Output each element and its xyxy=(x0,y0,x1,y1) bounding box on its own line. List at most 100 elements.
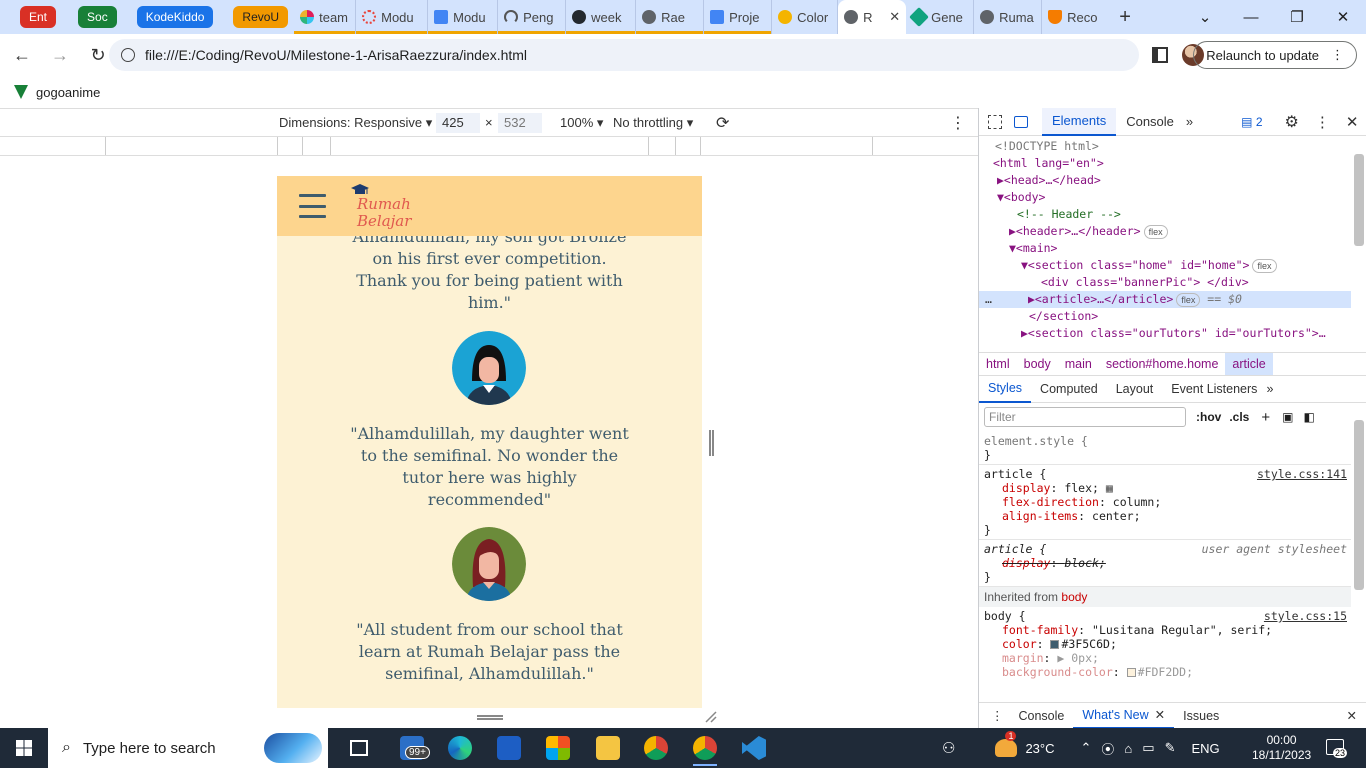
close-tab-icon[interactable]: ✕ xyxy=(889,9,900,25)
zoom-dropdown[interactable]: 100% ▾ xyxy=(560,115,603,131)
clock[interactable]: 00:00 18/11/2023 xyxy=(1252,728,1311,768)
rule-body[interactable]: style.css:15 body { font-family: "Lusita… xyxy=(979,607,1351,681)
close-window-icon[interactable]: ✕ xyxy=(1320,0,1366,34)
styles-filter-input[interactable]: Filter xyxy=(984,407,1186,427)
width-input[interactable]: 425 xyxy=(436,112,480,133)
tab-computed[interactable]: Computed xyxy=(1031,376,1107,403)
address-bar[interactable]: file:///E:/Coding/RevoU/Milestone-1-Aris… xyxy=(109,39,1139,71)
restore-icon[interactable]: ❐ xyxy=(1274,0,1320,34)
issues-badge[interactable]: ▤ 2 xyxy=(1241,115,1262,129)
file-explorer-icon[interactable] xyxy=(596,736,620,760)
hamburger-menu-icon[interactable] xyxy=(299,194,326,218)
minimize-icon[interactable]: — xyxy=(1228,0,1274,34)
tab-project[interactable]: Proje xyxy=(704,0,773,34)
rule-article[interactable]: style.css:141 article { display: flex; ▦… xyxy=(979,465,1351,540)
add-rule-icon[interactable]: + xyxy=(1261,409,1270,426)
store-icon[interactable] xyxy=(546,736,570,760)
dom-node-comment[interactable]: <!-- Header --> xyxy=(979,206,1351,223)
tab-group-soc[interactable]: Soc xyxy=(78,6,117,28)
dom-node-html[interactable]: <html lang="en"> xyxy=(979,155,1351,172)
rule-element-style[interactable]: element.style { } xyxy=(979,432,1351,465)
inspect-element-icon[interactable] xyxy=(988,114,1002,129)
pen-icon[interactable]: ✎ xyxy=(1165,740,1176,756)
dom-node-doctype[interactable]: <!DOCTYPE html> xyxy=(979,138,1351,155)
show-hidden-icons[interactable]: ⌃ xyxy=(1081,740,1092,756)
dom-node-bannerpic[interactable]: <div class="bannerPic"> </div> xyxy=(979,274,1351,291)
close-devtools-icon[interactable]: ✕ xyxy=(1346,113,1359,131)
device-toggle-icon[interactable] xyxy=(1014,115,1028,128)
crumb-body[interactable]: body xyxy=(1017,353,1058,375)
close-drawer-icon[interactable]: ✕ xyxy=(1347,708,1357,723)
dom-scrollbar[interactable] xyxy=(1354,154,1364,246)
height-input[interactable]: 532 xyxy=(498,112,542,133)
flex-badge[interactable]: flex xyxy=(1252,259,1277,273)
vscode-icon[interactable] xyxy=(742,736,766,760)
hov-toggle[interactable]: :hov xyxy=(1196,410,1221,424)
resize-corner-handle[interactable] xyxy=(705,711,717,723)
weather-icon[interactable]: 1 xyxy=(995,731,1018,757)
tab-active[interactable]: R ✕ xyxy=(838,0,907,34)
tab-week[interactable]: week xyxy=(566,0,637,34)
dom-node-section-close[interactable]: </section> xyxy=(979,308,1351,325)
battery-icon[interactable]: ▭ xyxy=(1142,740,1154,756)
crumb-html[interactable]: html xyxy=(979,353,1017,375)
dom-node-main[interactable]: ▼<main> xyxy=(979,240,1351,257)
resize-handle-right[interactable] xyxy=(709,430,714,456)
drawer-tab-console[interactable]: Console xyxy=(1010,703,1074,729)
tab-team[interactable]: team xyxy=(294,0,357,34)
crumb-main[interactable]: main xyxy=(1058,353,1099,375)
task-view-icon[interactable] xyxy=(350,740,368,756)
tab-gene[interactable]: Gene xyxy=(906,0,975,34)
tab-module-1[interactable]: Modu xyxy=(356,0,429,34)
tab-styles[interactable]: Styles xyxy=(979,376,1032,403)
rotate-icon[interactable]: ⟳ xyxy=(716,113,729,133)
edge-icon[interactable] xyxy=(448,736,472,760)
people-icon[interactable]: ⚇ xyxy=(942,739,955,757)
crumb-article[interactable]: article xyxy=(1225,353,1273,375)
devtools-more-icon[interactable]: ⋮ xyxy=(1315,113,1330,131)
flexbox-editor-icon[interactable]: ▦ xyxy=(1106,481,1113,495)
dimensions-dropdown[interactable]: Dimensions: Responsive ▾ xyxy=(279,115,432,131)
language-indicator[interactable]: ENG xyxy=(1191,741,1219,756)
taskbar-search[interactable]: ⌕ Type here to search xyxy=(48,728,328,768)
settings-gear-icon[interactable]: ⚙ xyxy=(1285,112,1299,132)
dom-node-head[interactable]: ▶<head>…</head> xyxy=(979,172,1351,189)
drawer-tab-issues[interactable]: Issues xyxy=(1174,703,1228,729)
tab-module-2[interactable]: Modu xyxy=(428,0,499,34)
tab-search-icon[interactable]: ⌄ xyxy=(1182,0,1228,34)
tab-reco[interactable]: Reco xyxy=(1042,0,1108,34)
tab-layout[interactable]: Layout xyxy=(1107,376,1163,403)
dom-node-header[interactable]: ▶<header>…</header> flex xyxy=(979,223,1351,240)
tab-peng[interactable]: Peng xyxy=(498,0,567,34)
network-icon[interactable]: ⌂ xyxy=(1124,741,1132,756)
site-logo[interactable]: Rumah Belajar xyxy=(351,184,411,230)
more-tabs-icon[interactable]: » xyxy=(1266,382,1273,396)
word-icon[interactable] xyxy=(497,736,521,760)
drawer-tab-whats-new[interactable]: What's New ✕ xyxy=(1073,703,1175,729)
side-panel-icon[interactable] xyxy=(1152,47,1168,63)
throttling-dropdown[interactable]: No throttling ▾ xyxy=(613,115,693,131)
chrome-icon[interactable] xyxy=(644,736,668,760)
tab-group-kodekiddo[interactable]: KodeKiddo xyxy=(136,6,214,28)
drawer-menu-icon[interactable]: ⋮ xyxy=(991,708,1004,723)
color-swatch[interactable] xyxy=(1126,668,1136,677)
tab-console[interactable]: Console xyxy=(1116,108,1184,136)
flex-badge[interactable]: flex xyxy=(1143,225,1168,239)
paint-icon[interactable]: ▣ xyxy=(1282,410,1293,424)
close-tab-icon[interactable]: ✕ xyxy=(1155,707,1165,722)
relaunch-button[interactable]: Relaunch to update ⋮ xyxy=(1193,41,1357,69)
tab-elements[interactable]: Elements xyxy=(1042,107,1117,136)
tab-color[interactable]: Color xyxy=(772,0,839,34)
back-icon[interactable]: ← xyxy=(6,39,38,71)
tab-event-listeners[interactable]: Event Listeners xyxy=(1162,376,1266,403)
dom-node-section-home[interactable]: ▼<section class="home" id="home"> flex xyxy=(979,257,1351,274)
styles-scrollbar[interactable] xyxy=(1354,420,1364,590)
color-swatch[interactable] xyxy=(1050,640,1060,649)
inherited-from-link[interactable]: body xyxy=(1061,590,1087,604)
windows-start-icon[interactable] xyxy=(16,740,32,756)
tab-group-revou[interactable]: RevoU xyxy=(233,6,289,28)
temperature[interactable]: 23°C xyxy=(1025,741,1054,756)
bookmark-gogoanime[interactable]: gogoanime xyxy=(36,85,100,100)
resize-handle-bottom[interactable] xyxy=(477,715,503,720)
device-more-icon[interactable]: ⋮ xyxy=(950,113,966,133)
